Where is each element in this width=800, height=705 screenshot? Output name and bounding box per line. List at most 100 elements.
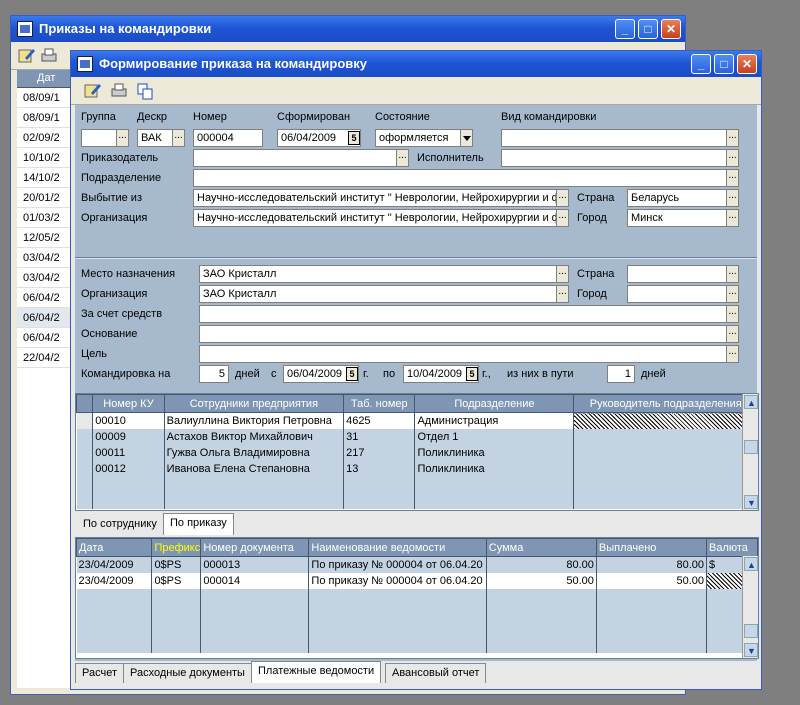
sum-cell[interactable]: 50.00 bbox=[486, 572, 597, 589]
col-employee[interactable]: Сотрудники предприятия bbox=[163, 394, 345, 413]
col-sum[interactable]: Сумма bbox=[485, 538, 597, 557]
prefix-cell[interactable]: 0$PS bbox=[151, 556, 202, 573]
group-lookup-button[interactable]: ... bbox=[116, 130, 128, 146]
date-to-field[interactable]: 10/04/2009 5 bbox=[403, 365, 479, 383]
print-icon[interactable] bbox=[39, 46, 59, 66]
employee-row[interactable]: 00009 Астахов Виктор Михайлович 31 Отдел 1 bbox=[76, 428, 758, 445]
goal-lookup-button[interactable]: ... bbox=[726, 346, 738, 362]
head-cell[interactable] bbox=[573, 412, 758, 429]
order-row[interactable]: 03/04/2 bbox=[17, 268, 77, 288]
col-doc-number[interactable]: Номер документа bbox=[200, 538, 310, 557]
employee-row[interactable]: 00010 Валиуллина Виктория Петровна 4625 Адм… bbox=[76, 412, 758, 429]
dest-country-lookup-button[interactable]: ... bbox=[726, 266, 738, 282]
col-tab[interactable]: Таб. номер bbox=[343, 394, 416, 413]
edit-icon[interactable] bbox=[17, 46, 37, 66]
ku-cell[interactable]: 00011 bbox=[92, 444, 165, 461]
scroll-down-icon[interactable]: ▼ bbox=[744, 495, 758, 509]
head-cell[interactable] bbox=[573, 460, 758, 477]
tab-cell[interactable]: 217 bbox=[343, 444, 416, 461]
orders-list-titlebar[interactable]: Приказы на командировки _ □ ✕ bbox=[11, 16, 685, 42]
close-icon[interactable]: ✕ bbox=[737, 54, 757, 74]
calendar-icon[interactable]: 5 bbox=[348, 131, 360, 145]
payment-row[interactable]: 23/04/2009 0$PS 000014 По приказу № 000004 … bbox=[76, 572, 758, 589]
basis-field[interactable]: ... bbox=[199, 325, 739, 343]
scroll-down-icon[interactable]: ▼ bbox=[744, 643, 758, 657]
tab-by-order[interactable]: По приказу bbox=[163, 513, 234, 535]
paid-cell[interactable]: 50.00 bbox=[596, 572, 707, 589]
dest-org-lookup-button[interactable]: ... bbox=[556, 286, 568, 302]
order-row[interactable]: 06/04/2 bbox=[17, 308, 77, 328]
tab-cell[interactable]: 31 bbox=[343, 428, 416, 445]
employee-cell[interactable]: Валиуллина Виктория Петровна bbox=[164, 412, 345, 429]
tab-by-employee[interactable]: По сотруднику bbox=[77, 515, 163, 535]
doc-cell[interactable]: 000014 bbox=[200, 572, 310, 589]
calendar-icon[interactable]: 5 bbox=[346, 367, 358, 381]
date-cell[interactable]: 23/04/2009 bbox=[76, 572, 153, 589]
head-cell[interactable] bbox=[573, 444, 758, 461]
executor-field[interactable]: ... bbox=[501, 149, 739, 167]
dest-country-field[interactable]: ... bbox=[627, 265, 739, 283]
order-row[interactable]: 01/03/2 bbox=[17, 208, 77, 228]
order-row[interactable]: 08/09/1 bbox=[17, 108, 77, 128]
prefix-cell[interactable]: 0$PS bbox=[151, 572, 202, 589]
edit-icon[interactable] bbox=[83, 81, 103, 101]
orderer-field[interactable]: ... bbox=[193, 149, 409, 167]
employees-scrollbar[interactable]: ▲ ▼ bbox=[742, 394, 758, 510]
col-statement-name[interactable]: Наименование ведомости bbox=[308, 538, 487, 557]
scroll-up-icon[interactable]: ▲ bbox=[744, 557, 758, 571]
col-dept[interactable]: Подразделение bbox=[414, 394, 575, 413]
dest-org-field[interactable]: ЗАО Кристалл... bbox=[199, 285, 569, 303]
col-ku[interactable]: Номер КУ bbox=[92, 394, 165, 413]
org-lookup-button[interactable]: ... bbox=[556, 210, 568, 226]
payments-scrollbar[interactable]: ▲ ▼ bbox=[742, 556, 758, 658]
employee-cell[interactable]: Иванова Елена Степановна bbox=[164, 460, 345, 477]
tab-advance-report[interactable]: Авансовый отчет bbox=[385, 663, 487, 683]
number-field[interactable]: 000004 bbox=[193, 129, 263, 147]
trip-order-titlebar[interactable]: Формирование приказа на командировку _ □… bbox=[71, 51, 761, 77]
org-field[interactable]: Научно-исследовательский институт " Невр… bbox=[193, 209, 569, 227]
funds-lookup-button[interactable]: ... bbox=[726, 306, 738, 322]
date-from-field[interactable]: 06/04/2009 5 bbox=[283, 365, 359, 383]
formed-date-field[interactable]: 06/04/2009 5 bbox=[277, 129, 361, 147]
date-column-header[interactable]: Дат bbox=[17, 70, 77, 88]
city-field[interactable]: Минск... bbox=[627, 209, 739, 227]
doc-cell[interactable]: 000013 bbox=[200, 556, 310, 573]
state-select[interactable]: оформляется bbox=[375, 129, 473, 147]
order-row[interactable]: 20/01/2 bbox=[17, 188, 77, 208]
maximize-icon[interactable]: □ bbox=[714, 54, 734, 74]
tab-calculation[interactable]: Расчет bbox=[75, 663, 124, 683]
employee-row[interactable]: 00011 Гужва Ольга Владимировна 217 Поликлин… bbox=[76, 444, 758, 461]
from-field[interactable]: Научно-исследовательский институт " Невр… bbox=[193, 189, 569, 207]
col-date[interactable]: Дата bbox=[76, 538, 153, 557]
orderer-lookup-button[interactable]: ... bbox=[396, 150, 408, 166]
ku-cell[interactable]: 00010 bbox=[92, 412, 165, 429]
col-currency[interactable]: Валюта bbox=[705, 538, 758, 557]
funds-field[interactable]: ... bbox=[199, 305, 739, 323]
from-lookup-button[interactable]: ... bbox=[556, 190, 568, 206]
payment-row[interactable]: 23/04/2009 0$PS 000013 По приказу № 000004 … bbox=[76, 556, 758, 573]
order-row[interactable]: 10/10/2 bbox=[17, 148, 77, 168]
basis-lookup-button[interactable]: ... bbox=[726, 326, 738, 342]
order-row[interactable]: 22/04/2 bbox=[17, 348, 77, 368]
place-lookup-button[interactable]: ... bbox=[556, 266, 568, 282]
dept-field[interactable]: ... bbox=[193, 169, 739, 187]
print-icon[interactable] bbox=[109, 81, 129, 101]
close-icon[interactable]: ✕ bbox=[661, 19, 681, 39]
dept-lookup-button[interactable]: ... bbox=[726, 170, 738, 186]
order-row[interactable]: 06/04/2 bbox=[17, 288, 77, 308]
paid-cell[interactable]: 80.00 bbox=[596, 556, 707, 573]
order-row[interactable]: 06/04/2 bbox=[17, 328, 77, 348]
head-cell[interactable] bbox=[573, 428, 758, 445]
dept-cell[interactable]: Администрация bbox=[414, 412, 575, 429]
employee-cell[interactable]: Астахов Виктор Михайлович bbox=[164, 428, 345, 445]
order-row[interactable]: 03/04/2 bbox=[17, 248, 77, 268]
descr-lookup-button[interactable]: ... bbox=[172, 130, 184, 146]
group-field[interactable]: ... bbox=[81, 129, 129, 147]
dept-cell[interactable]: Поликлиника bbox=[414, 444, 575, 461]
road-days-field[interactable]: 1 bbox=[607, 365, 635, 383]
col-prefix[interactable]: Префикс bbox=[151, 538, 202, 557]
descr-field[interactable]: ВАК... bbox=[137, 129, 185, 147]
date-cell[interactable]: 23/04/2009 bbox=[76, 556, 153, 573]
kind-lookup-button[interactable]: ... bbox=[726, 130, 738, 146]
dept-cell[interactable]: Поликлиника bbox=[414, 460, 575, 477]
